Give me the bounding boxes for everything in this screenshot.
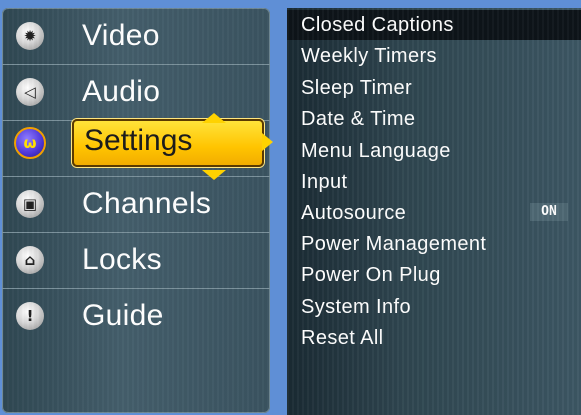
submenu-item-power-on-plug[interactable]: Power On Plug (301, 260, 441, 290)
menu-item-settings-label: Settings (84, 124, 193, 157)
lock-icon: ⌂ (16, 246, 44, 274)
submenu-item-date-time[interactable]: Date & Time (301, 104, 415, 134)
submenu-item-reset-all[interactable]: Reset All (301, 323, 384, 353)
submenu-item-closed-captions[interactable]: Closed Captions (301, 10, 454, 40)
menu-item-label: Video (82, 19, 160, 52)
submenu-item-weekly-timers[interactable]: Weekly Timers (301, 41, 437, 71)
menu-item-label: Locks (82, 243, 162, 276)
submenu-item-sleep-timer[interactable]: Sleep Timer (301, 73, 412, 103)
info-icon: ! (16, 302, 44, 330)
menu-item-channels[interactable]: ▣ Channels (2, 176, 270, 233)
submenu-item-power-management[interactable]: Power Management (301, 229, 486, 259)
submenu-item-autosource[interactable]: Autosource (301, 198, 406, 228)
speaker-icon: ◁ (16, 78, 44, 106)
submenu-item-system-info[interactable]: System Info (301, 292, 411, 322)
settings-icon: ω (14, 127, 46, 159)
submenu-item-menu-language[interactable]: Menu Language (301, 136, 451, 166)
menu-item-label: Channels (82, 187, 212, 220)
right-arrow-icon[interactable] (262, 133, 273, 151)
menu-item-audio[interactable]: ◁ Audio (2, 64, 270, 121)
autosource-status-badge: ON (530, 203, 568, 221)
main-menu-panel: ✹ Video ◁ Audio ▣ Channels ⌂ Locks ! Gui… (2, 8, 270, 413)
tv-icon: ▣ (16, 190, 44, 218)
submenu-item-input[interactable]: Input (301, 167, 347, 197)
menu-item-label: Guide (82, 299, 164, 332)
gear-icon: ✹ (16, 22, 44, 50)
menu-item-locks[interactable]: ⌂ Locks (2, 232, 270, 289)
menu-item-guide[interactable]: ! Guide (2, 288, 270, 344)
menu-item-label: Audio (82, 75, 161, 108)
menu-item-video[interactable]: ✹ Video (2, 8, 270, 65)
up-arrow-icon[interactable] (202, 113, 226, 123)
submenu-panel: Closed Captions Weekly Timers Sleep Time… (287, 8, 581, 415)
down-arrow-icon[interactable] (202, 170, 226, 180)
